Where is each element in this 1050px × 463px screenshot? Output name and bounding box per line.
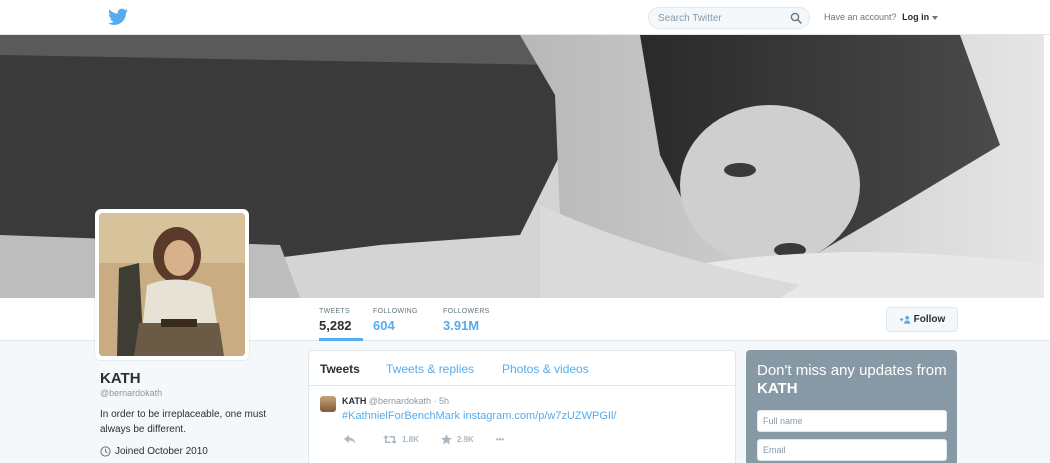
account-prompt: Have an account? Log in (824, 12, 939, 22)
signup-title-prefix: Don't miss any updates from (757, 362, 947, 379)
stat-following-value: 604 (373, 318, 395, 333)
stat-tweets[interactable]: TWEETS 5,282 (319, 308, 363, 341)
signup-title: Don't miss any updates from KATH (757, 362, 947, 398)
timeline-tabs: Tweets Tweets & replies Photos & videos (309, 351, 735, 386)
retweet-action[interactable]: 1.8K (383, 435, 419, 444)
follow-button[interactable]: Follow (886, 307, 958, 332)
clock-icon (100, 446, 111, 457)
more-actions[interactable]: ••• (496, 435, 504, 444)
tweet-header: KATH @bernardokath · 5h (342, 396, 449, 406)
profile-handle[interactable]: @bernardokath (100, 388, 290, 398)
more-icon: ••• (495, 435, 505, 444)
fullname-field[interactable] (757, 410, 947, 432)
reply-action[interactable] (344, 435, 361, 444)
caret-down-icon[interactable] (932, 15, 939, 20)
tab-tweets-replies[interactable]: Tweets & replies (386, 362, 474, 376)
search-input[interactable] (658, 12, 783, 25)
stat-tweets-label: TWEETS (319, 308, 350, 315)
follow-button-label: Follow (913, 314, 946, 325)
retweet-icon (383, 435, 397, 444)
favorite-count: 2.9K (456, 435, 474, 444)
email-field[interactable] (757, 439, 947, 461)
tweet-author-name[interactable]: KATH (342, 396, 366, 406)
profile-bio: In order to be irreplaceable, one must a… (100, 409, 267, 435)
profile-avatar[interactable] (99, 213, 245, 356)
stat-following-label: FOLLOWING (373, 308, 418, 315)
tweet-item[interactable]: KATH @bernardokath · 5h #KathnielForBenc… (309, 386, 735, 461)
retweet-count: 1.8K (402, 435, 419, 444)
banner-edge (1044, 35, 1050, 298)
stat-following[interactable]: FOLLOWING 604 (373, 308, 418, 333)
top-navigation-bar: Have an account? Log in (0, 0, 1050, 35)
tab-tweets[interactable]: Tweets (320, 362, 360, 376)
stat-followers-value: 3.91M (443, 318, 480, 333)
reply-icon (344, 435, 356, 444)
tab-photos-videos[interactable]: Photos & videos (502, 362, 589, 376)
signup-title-name: KATH (757, 380, 798, 397)
joined-date: Joined October 2010 (100, 446, 290, 457)
search-icon[interactable] (790, 12, 802, 24)
stat-followers-label: FOLLOWERS (443, 308, 490, 315)
tweet-text[interactable]: #KathnielForBenchMark instagram.com/p/w7… (342, 410, 616, 422)
favorite-action[interactable]: 2.9K (440, 434, 474, 445)
search-box[interactable] (648, 7, 810, 29)
account-prompt-text: Have an account? (824, 12, 897, 22)
timeline: Tweets Tweets & replies Photos & videos … (308, 350, 736, 463)
avatar-photo (99, 213, 245, 356)
profile-avatar-frame[interactable] (95, 209, 249, 360)
twitter-bird-icon[interactable] (108, 8, 128, 26)
signup-module: Don't miss any updates from KATH (746, 350, 957, 463)
profile-info: KATH @bernardokath In order to be irrepl… (100, 370, 290, 457)
favorite-star-icon (440, 434, 452, 445)
stat-followers[interactable]: FOLLOWERS 3.91M (443, 308, 490, 333)
stat-tweets-value: 5,282 (319, 318, 352, 333)
tweet-actions: 1.8K 2.9K ••• (344, 434, 526, 445)
profile-name[interactable]: KATH (100, 370, 290, 387)
tweet-avatar[interactable] (320, 396, 336, 412)
joined-text: Joined October 2010 (115, 446, 208, 457)
login-link[interactable]: Log in (902, 12, 929, 22)
add-person-icon (899, 315, 910, 324)
tweet-author-meta[interactable]: @bernardokath · 5h (369, 396, 449, 406)
